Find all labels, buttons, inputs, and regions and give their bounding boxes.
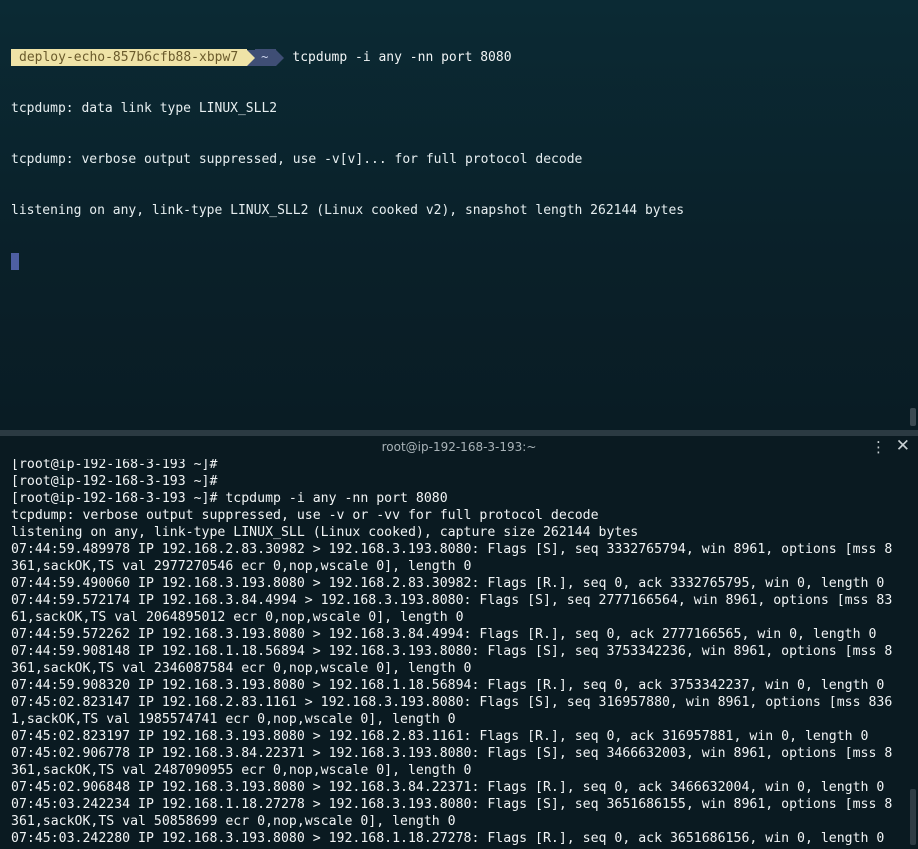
output-line: 07:44:59.908148 IP 192.168.1.18.56894 > … [11,644,893,659]
bottom-pane-header: root@ip-192-168-3-193:~ ⋮ ✕ [0,436,918,459]
output-line: listening on any, link-type LINUX_SLL2 (… [11,203,685,218]
output-line: [root@ip-192-168-3-193 ~]# [11,459,218,472]
prompt-host-segment: deploy-echo-857b6cfb88-xbpw7 [11,49,248,66]
text-cursor [11,253,19,270]
output-line: 361,sackOK,TS val 50858699 ecr 0,nop,wsc… [11,814,456,829]
output-line: 07:45:02.823147 IP 192.168.2.83.1161 > 1… [11,695,893,710]
output-line: tcpdump: data link type LINUX_SLL2 [11,101,278,116]
output-line: tcpdump: verbose output suppressed, use … [11,152,583,167]
output-line: 07:45:02.906778 IP 192.168.3.84.22371 > … [11,746,893,761]
output-line: 361,sackOK,TS val 2977270546 ecr 0,nop,w… [11,559,472,574]
output-line: 07:45:03.242280 IP 192.168.3.193.8080 > … [11,831,885,846]
close-icon[interactable]: ✕ [896,436,910,456]
bottom-terminal-pane[interactable]: [root@ip-192-168-3-193 ~]# [root@ip-192-1… [0,459,918,849]
shell-prompt: deploy-echo-857b6cfb88-xbpw7 ~ tcpdump -… [11,49,684,66]
pane-title: root@ip-192-168-3-193:~ [381,440,537,454]
output-line: 07:44:59.908320 IP 192.168.3.193.8080 > … [11,678,885,693]
output-line: 07:44:59.489978 IP 192.168.2.83.30982 > … [11,542,893,557]
output-line: listening on any, link-type LINUX_SLL (L… [11,525,639,540]
prompt-dir-segment: ~ [255,49,277,66]
output-line: tcpdump: verbose output suppressed, use … [11,508,599,523]
bottom-terminal-output: [root@ip-192-168-3-193 ~]# [root@ip-192-1… [11,459,892,849]
output-line: 07:44:59.572262 IP 192.168.3.193.8080 > … [11,627,877,642]
bottom-scrollbar[interactable] [910,789,916,845]
output-line: 07:45:02.823197 IP 192.168.3.193.8080 > … [11,729,869,744]
prompt-separator-icon [276,49,285,66]
top-terminal-pane[interactable]: deploy-echo-857b6cfb88-xbpw7 ~ tcpdump -… [0,0,918,430]
output-line: 07:45:03.242234 IP 192.168.1.18.27278 > … [11,797,893,812]
output-line: 1,sackOK,TS val 1985574741 ecr 0,nop,wsc… [11,712,456,727]
output-line: 361,sackOK,TS val 2346087584 ecr 0,nop,w… [11,661,472,676]
output-line: 61,sackOK,TS val 2064895012 ecr 0,nop,ws… [11,610,464,625]
top-terminal-output: deploy-echo-857b6cfb88-xbpw7 ~ tcpdump -… [11,15,684,309]
output-line: [root@ip-192-168-3-193 ~]# tcpdump -i an… [11,491,448,506]
prompt-separator-icon [247,49,256,66]
output-line: [root@ip-192-168-3-193 ~]# [11,474,218,489]
output-line: 07:45:02.906848 IP 192.168.3.193.8080 > … [11,780,885,795]
output-line: 361,sackOK,TS val 2487090955 ecr 0,nop,w… [11,763,472,778]
output-line: 07:44:59.572174 IP 192.168.3.84.4994 > 1… [11,593,893,608]
output-line: 07:44:59.490060 IP 192.168.3.193.8080 > … [11,576,885,591]
top-scrollbar[interactable] [910,408,916,426]
prompt-command: tcpdump -i any -nn port 8080 [292,50,512,65]
more-options-icon[interactable]: ⋮ [871,438,886,456]
